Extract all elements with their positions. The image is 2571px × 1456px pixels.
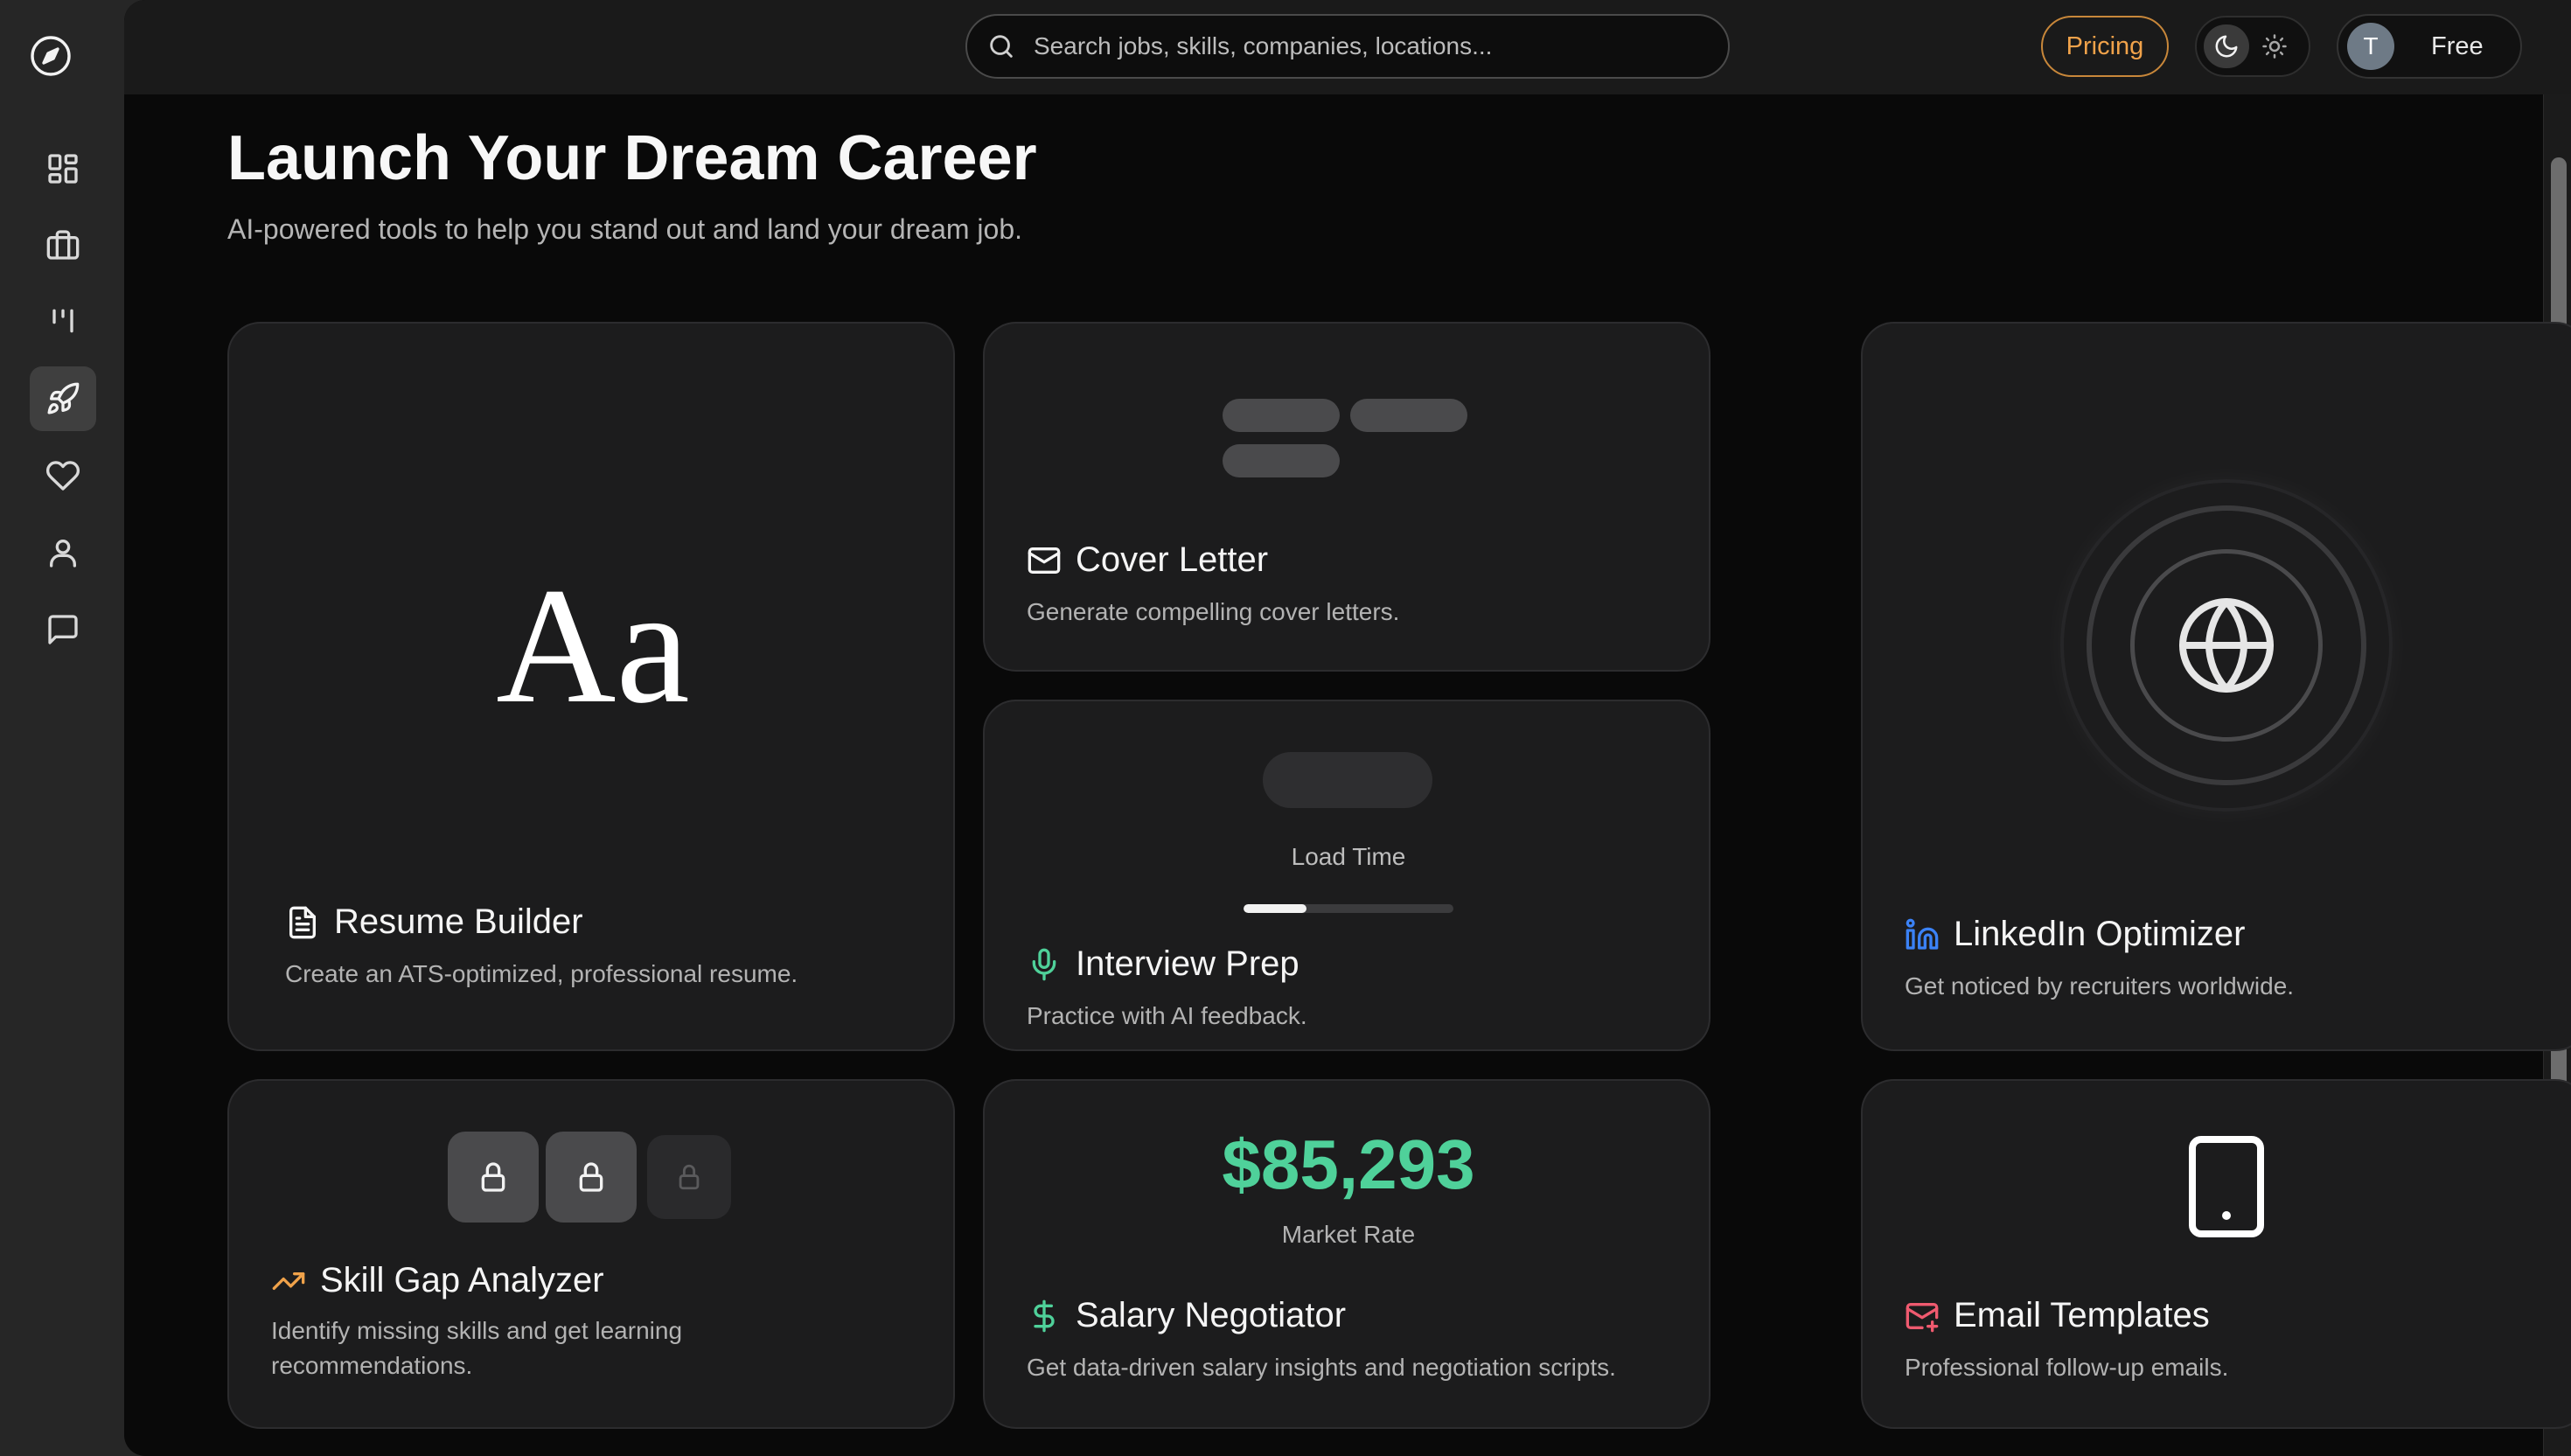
resume-builder-card[interactable]: Aa Resume Builder Create an ATS-optimize…: [227, 322, 955, 1051]
sidebar-item-saved[interactable]: [30, 443, 96, 508]
sidebar-item-profile[interactable]: [30, 520, 96, 585]
sidebar-item-tracker[interactable]: [30, 289, 96, 353]
card-description: Practice with AI feedback.: [1027, 1002, 1307, 1029]
tablet-icon: [2188, 1135, 2265, 1238]
card-description: Identify missing skills and get learning…: [271, 1317, 683, 1379]
compass-logo-icon[interactable]: [26, 31, 75, 80]
lock-icon: [674, 1162, 704, 1192]
top-bar: Pricing T Free: [124, 0, 2571, 94]
load-progress-fill: [1244, 904, 1306, 913]
card-description: Generate compelling cover letters.: [1027, 598, 1400, 625]
sidebar-item-messages[interactable]: [30, 597, 96, 662]
email-templates-card[interactable]: Email Templates Professional follow-up e…: [1861, 1079, 2571, 1429]
search-input[interactable]: [1034, 32, 1698, 60]
briefcase-icon: [45, 227, 80, 262]
interview-prep-card[interactable]: Load Time Interview Prep Practice with A…: [983, 700, 1711, 1051]
moon-icon[interactable]: [2204, 24, 2249, 68]
card-title-row: Email Templates: [1905, 1296, 2210, 1335]
load-time-label: Load Time: [1291, 843, 1406, 870]
mail-plus-icon: [1905, 1299, 1940, 1334]
avatar: T: [2347, 23, 2394, 70]
load-progress-bar: [1244, 904, 1453, 913]
lock-tile: [448, 1132, 539, 1223]
plan-label: Free: [2431, 31, 2484, 60]
user-icon: [45, 535, 80, 570]
linkedin-icon: [1905, 917, 1940, 952]
font-preview: Aa: [496, 554, 690, 738]
linkedin-optimizer-card[interactable]: LinkedIn Optimizer Get noticed by recrui…: [1861, 322, 2571, 1051]
card-description: Professional follow-up emails.: [1905, 1354, 2229, 1381]
dashboard-icon: [45, 151, 80, 186]
sidebar-item-jobs[interactable]: [30, 212, 96, 277]
card-title: Email Templates: [1954, 1296, 2210, 1334]
card-title-row: Resume Builder: [285, 902, 583, 942]
card-description: Create an ATS-optimized, professional re…: [285, 960, 798, 987]
card-title: Skill Gap Analyzer: [320, 1261, 604, 1299]
dollar-icon: [1027, 1299, 1062, 1334]
card-title: Interview Prep: [1076, 944, 1299, 983]
salary-negotiator-card[interactable]: $85,293 Market Rate Salary Negotiator Ge…: [983, 1079, 1711, 1429]
main-panel: Pricing T Free Launch Your Dream Career …: [124, 0, 2571, 1456]
document-icon: [285, 905, 320, 940]
lock-icon: [476, 1160, 511, 1195]
card-title: LinkedIn Optimizer: [1954, 915, 2246, 953]
card-title: Cover Letter: [1076, 540, 1269, 579]
cover-letter-card[interactable]: Cover Letter Generate compelling cover l…: [983, 322, 1711, 672]
card-title-row: LinkedIn Optimizer: [1905, 915, 2245, 954]
card-description: Get data-driven salary insights and nego…: [1027, 1354, 1616, 1381]
sidebar: [0, 0, 124, 1456]
microphone-icon: [1027, 947, 1062, 982]
card-description: Get noticed by recruiters worldwide.: [1905, 972, 2295, 1000]
card-title-row: Cover Letter: [1027, 540, 1268, 580]
heart-icon: [45, 458, 80, 493]
card-title-row: Salary Negotiator: [1027, 1296, 1346, 1335]
rocket-icon: [45, 381, 80, 416]
mail-icon: [1027, 543, 1062, 578]
pricing-button[interactable]: Pricing: [2041, 16, 2169, 77]
sun-icon[interactable]: [2261, 33, 2291, 63]
lock-tile: [647, 1135, 731, 1219]
search-bar[interactable]: [965, 14, 1730, 79]
kanban-icon: [45, 303, 80, 338]
skeleton-pill: [1350, 399, 1467, 432]
lock-icon: [574, 1160, 609, 1195]
skeleton-pill: [1223, 444, 1340, 477]
sidebar-item-dashboard[interactable]: [30, 136, 96, 201]
page-title: Launch Your Dream Career: [227, 123, 1037, 193]
sidebar-item-launch[interactable]: [30, 366, 96, 431]
card-title: Resume Builder: [334, 902, 583, 941]
salary-value: $85,293: [1222, 1125, 1475, 1203]
message-icon: [45, 612, 80, 647]
skeleton-pill: [1223, 399, 1340, 432]
card-title-row: Interview Prep: [1027, 944, 1299, 984]
card-title-row: Skill Gap Analyzer: [271, 1261, 604, 1300]
trending-up-icon: [271, 1264, 306, 1299]
page-subtitle: AI-powered tools to help you stand out a…: [227, 213, 1023, 245]
search-icon: [986, 31, 1016, 61]
globe-icon: [2174, 593, 2279, 698]
card-title: Salary Negotiator: [1076, 1296, 1347, 1334]
skeleton-blob: [1263, 752, 1432, 808]
skill-gap-analyzer-card[interactable]: Skill Gap Analyzer Identify missing skil…: [227, 1079, 955, 1429]
lock-tile: [546, 1132, 637, 1223]
salary-label: Market Rate: [1281, 1221, 1416, 1248]
user-menu[interactable]: T Free: [2337, 14, 2522, 79]
theme-toggle[interactable]: [2195, 16, 2310, 77]
